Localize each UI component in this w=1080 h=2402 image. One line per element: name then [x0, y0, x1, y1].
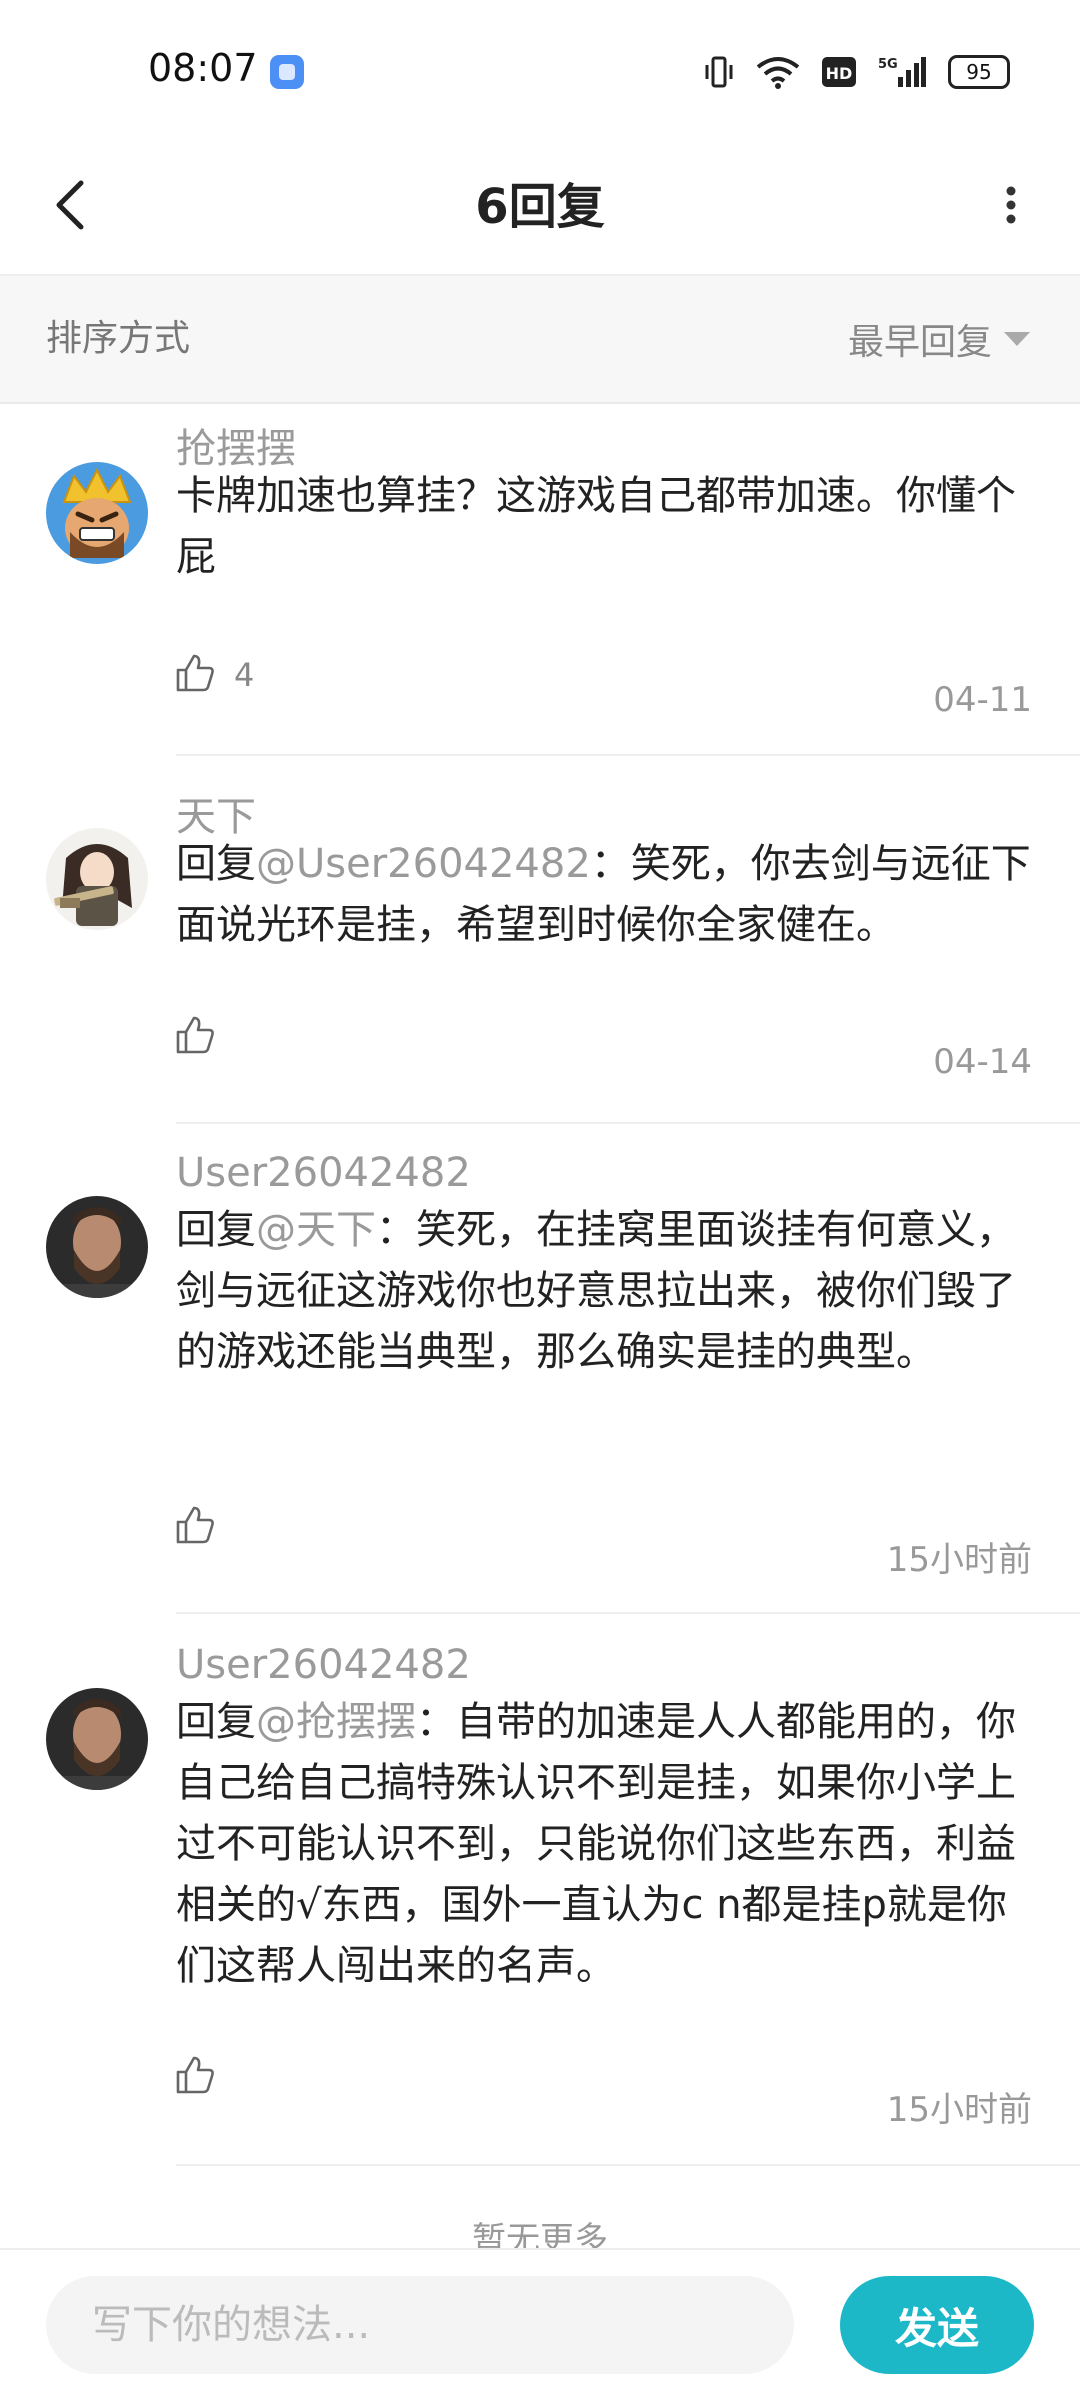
reply-prefix: 回复	[176, 1699, 256, 1745]
svg-text:HD: HD	[826, 64, 853, 83]
status-bar: 08:07 HD 5G 95	[0, 0, 1080, 140]
comment-time: 04-14	[933, 1042, 1032, 1082]
comment-text: 回复@User26042482：笑死，你去剑与远征下面说光环是挂，希望到时候你全…	[176, 834, 1036, 956]
page-title: 6回复	[475, 179, 605, 235]
avatar[interactable]	[46, 1688, 148, 1790]
comment-text: 回复@抢摆摆：自带的加速是人人都能用的，你自己给自己搞特殊认识不到是挂，如果你小…	[176, 1692, 1036, 1997]
status-icons: HD 5G 95	[704, 50, 1010, 94]
thumbs-up-icon	[174, 1504, 216, 1550]
like-button[interactable]: 4	[174, 652, 254, 698]
comment-time: 15小时前	[886, 1540, 1032, 1580]
thumbs-up-icon	[174, 1014, 216, 1060]
like-button[interactable]	[174, 1504, 234, 1550]
header: 6回复	[0, 140, 1080, 276]
mention-link[interactable]: @抢摆摆	[256, 1699, 416, 1745]
avatar[interactable]	[46, 462, 148, 564]
comment-time: 04-11	[933, 680, 1032, 720]
comment-input-bar: 发送	[0, 2248, 1080, 2402]
sort-dropdown[interactable]: 最早回复	[848, 276, 1030, 402]
app-notification-icon	[270, 55, 304, 89]
more-options-button[interactable]	[976, 162, 1046, 252]
like-count: 4	[234, 656, 255, 694]
5g-signal-icon: 5G	[878, 55, 926, 89]
comment-item: User26042482 回复@天下：笑死，在挂窝里面谈挂有何意义，剑与远征这游…	[0, 1124, 1080, 1614]
more-vertical-icon	[1005, 185, 1017, 229]
status-time: 08:07	[148, 46, 258, 90]
avatar[interactable]	[46, 828, 148, 930]
like-button[interactable]	[174, 1014, 234, 1060]
battery-icon: 95	[948, 55, 1010, 89]
sort-bar: 排序方式 最早回复	[0, 276, 1080, 404]
thumbs-up-icon	[174, 652, 216, 698]
comment-content: 卡牌加速也算挂？这游戏自己都带加速。你懂个屁	[176, 473, 1016, 580]
comment-item: 抢摆摆 卡牌加速也算挂？这游戏自己都带加速。你懂个屁 4 04-11	[0, 402, 1080, 756]
sort-selected-value: 最早回复	[847, 322, 992, 363]
comment-item: 天下 回复@User26042482：笑死，你去剑与远征下面说光环是挂，希望到时…	[0, 756, 1080, 1124]
vibrate-icon	[704, 55, 734, 89]
comment-text: 回复@天下：笑死，在挂窝里面谈挂有何意义，剑与远征这游戏你也好意思拉出来，被你们…	[176, 1200, 1036, 1383]
reply-prefix: 回复	[176, 1207, 256, 1253]
comment-input[interactable]	[46, 2276, 794, 2374]
caret-down-icon	[1004, 332, 1030, 346]
thumbs-up-icon	[174, 2054, 216, 2100]
divider	[176, 2164, 1080, 2166]
wifi-icon	[756, 55, 800, 89]
send-button[interactable]: 发送	[840, 2276, 1034, 2374]
sort-label: 排序方式	[46, 318, 191, 359]
comment-author[interactable]: User26042482	[176, 1642, 471, 1688]
hd-icon: HD	[822, 57, 856, 87]
reply-prefix: 回复	[176, 841, 256, 887]
mention-link[interactable]: @天下	[256, 1207, 376, 1253]
avatar[interactable]	[46, 1196, 148, 1298]
comment-time: 15小时前	[886, 2090, 1032, 2130]
comment-author[interactable]: User26042482	[176, 1150, 471, 1196]
comment-item: User26042482 回复@抢摆摆：自带的加速是人人都能用的，你自己给自己搞…	[0, 1614, 1080, 2166]
like-button[interactable]	[174, 2054, 234, 2100]
comment-text: 卡牌加速也算挂？这游戏自己都带加速。你懂个屁	[176, 466, 1036, 588]
mention-link[interactable]: @User26042482	[256, 841, 591, 887]
svg-text:5G: 5G	[878, 57, 898, 72]
